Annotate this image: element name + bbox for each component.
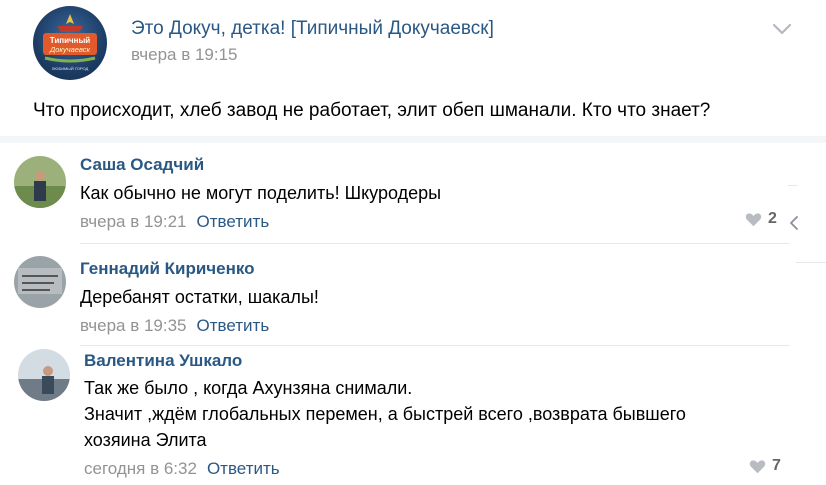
like-button[interactable]: 2 (745, 210, 777, 228)
heart-icon (749, 459, 766, 473)
comments-separator (0, 136, 826, 143)
reply-button[interactable]: Ответить (197, 212, 270, 231)
avatar-photo (18, 349, 70, 401)
avatar-line2: Докучаевск (49, 45, 90, 54)
chevron-down-icon[interactable] (772, 22, 792, 36)
heart-icon (745, 212, 762, 226)
comment-divider (80, 243, 790, 244)
comment-text-line: хозяина Элита (84, 430, 207, 450)
post-text: Что происходит, хлеб завод не работает, … (33, 100, 711, 121)
chevron-left-icon[interactable] (789, 215, 799, 231)
avatar-caption: ЛЮБИМЫЙ ГОРОД (52, 66, 89, 71)
reply-button[interactable]: Ответить (207, 459, 280, 478)
group-name-link[interactable]: Это Докуч, детка! [Типичный Докучаевск] (131, 18, 494, 40)
like-button[interactable]: 7 (749, 457, 781, 475)
comment-author-link[interactable]: Валентина Ушкало (84, 351, 242, 371)
comment-meta: вчера в 19:21 Ответить (80, 212, 269, 232)
comment-text: Деребанят остатки, шакалы! (80, 284, 319, 310)
side-divider (788, 185, 798, 186)
comment-text-line: Так же было , когда Ахунзяна снимали. (84, 378, 413, 398)
post-timestamp[interactable]: вчера в 19:15 (131, 45, 238, 65)
comment-author-link[interactable]: Геннадий Кириченко (80, 259, 255, 279)
comment-avatar[interactable] (18, 349, 70, 401)
group-avatar[interactable]: Типичный Докучаевск ЛЮБИМЫЙ ГОРОД (33, 6, 107, 80)
like-count: 7 (772, 457, 781, 474)
comment-text-line: Значит ,ждём глобальных перемен, а быстр… (84, 404, 686, 424)
comment-avatar[interactable] (14, 256, 66, 308)
comment-timestamp[interactable]: сегодня в 6:32 (84, 459, 197, 478)
comment-timestamp[interactable]: вчера в 19:21 (80, 212, 187, 231)
comment-text: Как обычно не могут поделить! Шкуродеры (80, 180, 441, 206)
comment-author-link[interactable]: Саша Осадчий (80, 155, 204, 175)
comment-meta: сегодня в 6:32 Ответить (84, 459, 280, 479)
side-divider (796, 262, 826, 263)
avatar-photo (14, 156, 66, 208)
avatar-photo (14, 256, 66, 308)
reply-button[interactable]: Ответить (197, 316, 270, 335)
comment-text-line: Деребанят остатки, шакалы! (80, 287, 319, 307)
comment-meta: вчера в 19:35 Ответить (80, 316, 269, 336)
comment-text: Так же было , когда Ахунзяна снимали. Зн… (84, 375, 686, 453)
group-logo-image: Типичный Докучаевск ЛЮБИМЫЙ ГОРОД (43, 14, 97, 71)
comment-text-line: Как обычно не могут поделить! Шкуродеры (80, 183, 442, 203)
like-count: 2 (768, 210, 777, 227)
comment-timestamp[interactable]: вчера в 19:35 (80, 316, 187, 335)
comment-avatar[interactable] (14, 156, 66, 208)
comment-divider (80, 345, 790, 346)
avatar-line1: Типичный (50, 36, 91, 45)
